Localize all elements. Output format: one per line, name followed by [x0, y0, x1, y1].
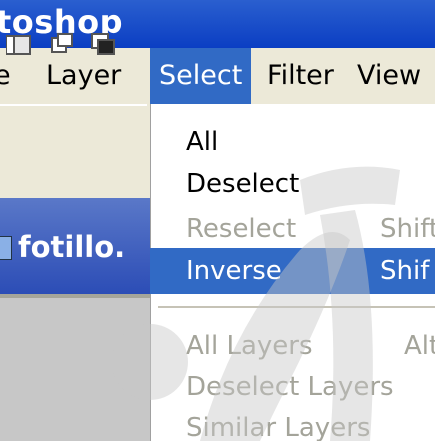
- add-to-selection-icon[interactable]: [48, 32, 74, 58]
- menu-item-shortcut: Shif: [380, 256, 430, 286]
- menu-filter[interactable]: Filter: [262, 48, 339, 104]
- new-selection-icon[interactable]: [6, 32, 32, 58]
- document-icon: [0, 236, 12, 260]
- menu-item-label: Inverse: [186, 256, 282, 286]
- menu-item-all[interactable]: All: [150, 118, 435, 166]
- intersect-selection-icon[interactable]: [90, 32, 116, 58]
- menu-item-similar-layers: Similar Layers: [150, 404, 435, 441]
- menu-item-inverse[interactable]: Inverse Shif: [150, 248, 435, 294]
- menu-select[interactable]: Select: [150, 48, 252, 104]
- menu-item-label: Deselect: [186, 169, 300, 199]
- menu-view[interactable]: View: [352, 48, 426, 104]
- menu-separator: [158, 306, 435, 308]
- options-toolbar: [0, 104, 147, 198]
- menu-item-label: Similar Layers: [186, 413, 371, 441]
- menu-item-label: All: [186, 127, 219, 157]
- menu-item-label: Reselect: [186, 214, 297, 244]
- menu-item-reselect: Reselect Shift: [150, 205, 435, 253]
- workspace: [0, 298, 150, 441]
- menu-item-shortcut: Shift: [380, 214, 435, 244]
- document-title: fotillo.: [18, 230, 126, 264]
- menu-item-deselect[interactable]: Deselect: [150, 160, 435, 208]
